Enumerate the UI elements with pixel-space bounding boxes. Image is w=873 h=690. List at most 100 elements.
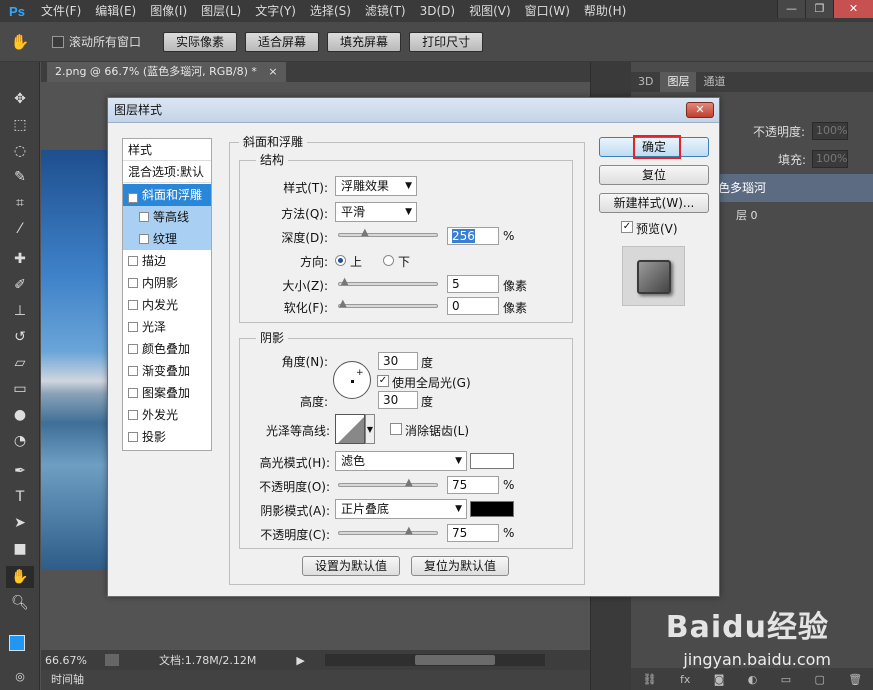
quick-select-tool-icon[interactable]: ✎	[6, 166, 34, 188]
dialog-close-button[interactable]: ✕	[686, 102, 714, 118]
status-arrow-icon[interactable]: ▶	[296, 654, 304, 667]
menu-layer[interactable]: 图层(L)	[194, 0, 248, 22]
reset-button[interactable]: 复位	[599, 165, 709, 185]
angle-dial[interactable]: +	[333, 361, 371, 399]
type-tool-icon[interactable]: T	[6, 486, 34, 508]
hand-tool-icon[interactable]: ✋	[0, 33, 40, 51]
hand-tool-active-icon[interactable]: ✋	[6, 566, 34, 588]
depth-slider[interactable]: ▲	[338, 228, 438, 238]
highlight-opacity-slider[interactable]: ▲	[338, 478, 438, 488]
menu-window[interactable]: 窗口(W)	[518, 0, 577, 22]
scroll-all-windows[interactable]: 滚动所有窗口	[52, 33, 141, 50]
tab-channels[interactable]: 通道	[696, 72, 732, 92]
close-window-button[interactable]: ✕	[833, 0, 873, 18]
zoom-tool-icon[interactable]: 🔍︎	[6, 592, 34, 614]
slider-thumb-icon[interactable]: ▲	[339, 299, 349, 309]
style-checkbox[interactable]	[128, 278, 138, 288]
fill-field[interactable]: 100%	[812, 150, 848, 168]
path-select-tool-icon[interactable]: ➤	[6, 512, 34, 534]
size-slider[interactable]: ▲	[338, 277, 438, 287]
shadow-opacity-slider[interactable]: ▲	[338, 526, 438, 536]
angle-input[interactable]: 30	[378, 352, 418, 370]
style-item-stroke[interactable]: 描边	[123, 250, 211, 272]
highlight-color-swatch[interactable]	[470, 453, 514, 469]
bevel-style-select[interactable]: 浮雕效果 ▼	[335, 176, 417, 196]
shadow-color-swatch[interactable]	[470, 501, 514, 517]
menu-filter[interactable]: 滤镜(T)	[358, 0, 413, 22]
crop-tool-icon[interactable]: ⌗	[6, 192, 34, 214]
minimize-button[interactable]: —	[777, 0, 805, 18]
slider-thumb-icon[interactable]: ▲	[361, 228, 371, 238]
highlight-mode-select[interactable]: 滤色 ▼	[335, 451, 467, 471]
style-item-texture[interactable]: 纹理	[123, 228, 211, 250]
style-item-pattern-overlay[interactable]: 图案叠加	[123, 382, 211, 404]
menu-type[interactable]: 文字(Y)	[248, 0, 303, 22]
contour-dropdown-icon[interactable]: ▼	[365, 414, 375, 444]
fit-screen-button[interactable]: 适合屏幕	[245, 31, 320, 52]
lasso-tool-icon[interactable]: ◌	[6, 140, 34, 162]
print-size-button[interactable]: 打印尺寸	[409, 31, 484, 52]
maximize-button[interactable]: ❐	[805, 0, 833, 18]
slider-thumb-icon[interactable]: ▲	[405, 526, 415, 536]
menu-view[interactable]: 视图(V)	[462, 0, 518, 22]
brush-tool-icon[interactable]: ✐	[6, 274, 34, 296]
history-brush-tool-icon[interactable]: ↺	[6, 326, 34, 348]
slider-thumb-icon[interactable]: ▲	[405, 478, 415, 488]
global-light-checkbox[interactable]: ✓	[377, 375, 389, 387]
blend-options-item[interactable]: 混合选项:默认	[123, 161, 211, 183]
pen-tool-icon[interactable]: ✒	[6, 460, 34, 482]
healing-tool-icon[interactable]: ✚	[6, 248, 34, 270]
dialog-title-bar[interactable]: 图层样式 ✕	[108, 98, 719, 123]
slider-thumb-icon[interactable]: ▲	[341, 277, 351, 287]
status-info-icon[interactable]	[105, 654, 119, 666]
direction-up-radio[interactable]	[335, 255, 346, 266]
shadow-mode-select[interactable]: 正片叠底 ▼	[335, 499, 467, 519]
opacity-field[interactable]: 100%	[812, 122, 848, 140]
marquee-tool-icon[interactable]: ⬚	[6, 114, 34, 136]
direction-down-radio[interactable]	[383, 255, 394, 266]
preview-checkbox[interactable]: ✓	[621, 221, 633, 233]
eyedropper-tool-icon[interactable]: ⁄	[6, 218, 34, 240]
style-checkbox[interactable]	[128, 432, 138, 442]
style-checkbox[interactable]	[139, 234, 149, 244]
size-input[interactable]: 5	[447, 275, 499, 293]
gloss-contour-preview[interactable]	[335, 414, 365, 444]
style-item-inner-shadow[interactable]: 内阴影	[123, 272, 211, 294]
dodge-tool-icon[interactable]: ◔	[6, 430, 34, 452]
style-item-drop-shadow[interactable]: 投影	[123, 426, 211, 448]
style-item-gradient-overlay[interactable]: 渐变叠加	[123, 360, 211, 382]
eraser-tool-icon[interactable]: ▱	[6, 352, 34, 374]
document-tab-close-icon[interactable]: ×	[268, 65, 277, 78]
make-default-button[interactable]: 设置为默认值	[302, 556, 400, 576]
style-item-outer-glow[interactable]: 外发光	[123, 404, 211, 426]
menu-help[interactable]: 帮助(H)	[577, 0, 633, 22]
style-checkbox[interactable]	[128, 344, 138, 354]
scroll-all-checkbox[interactable]	[52, 35, 64, 48]
styles-header[interactable]: 样式	[123, 139, 211, 161]
tab-layers[interactable]: 图层	[660, 72, 697, 92]
shadow-opacity-input[interactable]: 75	[447, 524, 499, 542]
style-checkbox[interactable]	[128, 388, 138, 398]
style-checkbox[interactable]	[128, 410, 138, 420]
style-checkbox[interactable]	[128, 256, 138, 266]
technique-select[interactable]: 平滑 ▼	[335, 202, 417, 222]
foreground-color-swatch[interactable]	[9, 635, 25, 651]
style-item-color-overlay[interactable]: 颜色叠加	[123, 338, 211, 360]
stamp-tool-icon[interactable]: ⊥	[6, 300, 34, 322]
scrollbar-thumb[interactable]	[414, 655, 495, 665]
move-tool-icon[interactable]: ✥	[6, 88, 34, 110]
document-tab[interactable]: 2.png @ 66.7% (蓝色多瑙河, RGB/8) * ×	[47, 62, 286, 82]
horizontal-scrollbar[interactable]	[324, 654, 545, 666]
menu-3d[interactable]: 3D(D)	[413, 0, 462, 22]
reset-default-button[interactable]: 复位为默认值	[411, 556, 509, 576]
highlight-opacity-input[interactable]: 75	[447, 476, 499, 494]
altitude-input[interactable]: 30	[378, 391, 418, 409]
shape-tool-icon[interactable]: ■	[6, 538, 34, 560]
timeline-panel[interactable]: 时间轴	[41, 670, 590, 690]
style-item-contour[interactable]: 等高线	[123, 206, 211, 228]
style-item-bevel-emboss[interactable]: ✓ 斜面和浮雕	[123, 184, 211, 206]
soften-slider[interactable]: ▲	[338, 299, 438, 309]
fill-screen-button[interactable]: 填充屏幕	[327, 31, 402, 52]
quick-mask-icon[interactable]: ◎	[6, 666, 34, 688]
new-style-button[interactable]: 新建样式(W)...	[599, 193, 709, 213]
